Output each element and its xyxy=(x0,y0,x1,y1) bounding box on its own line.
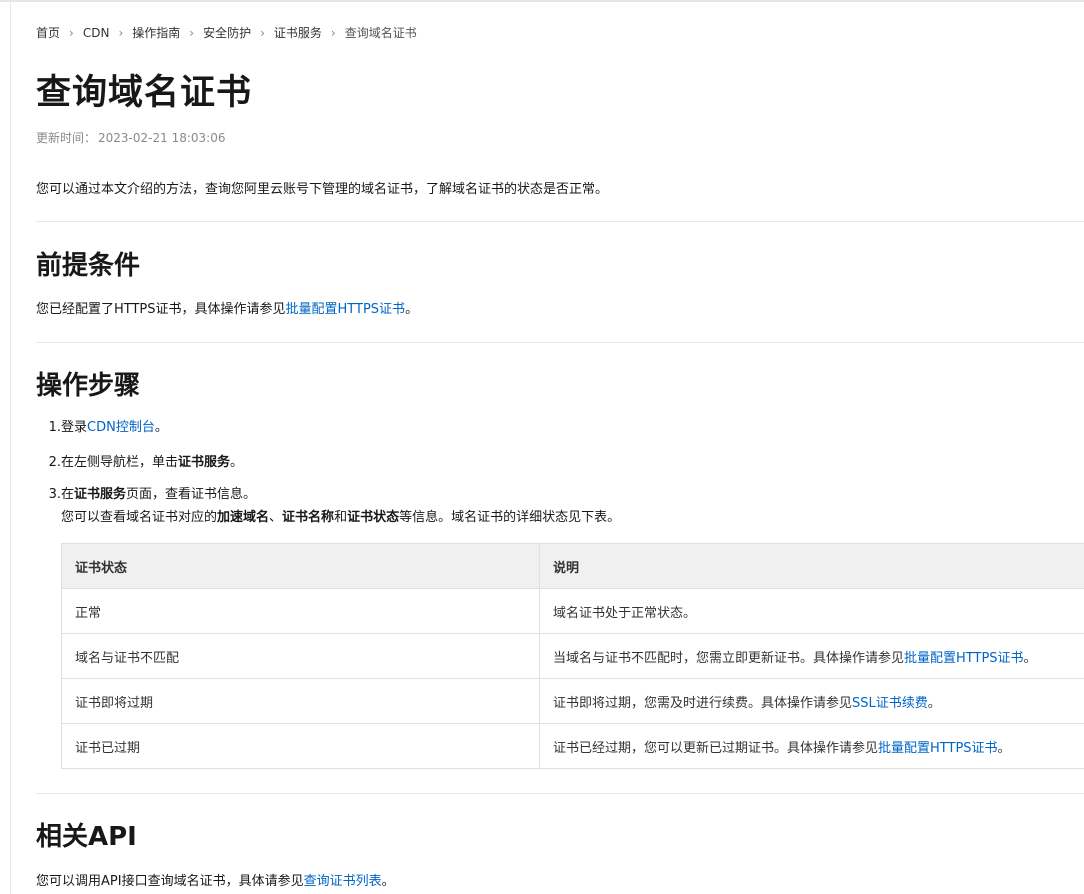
api-heading: 相关API xyxy=(36,822,137,852)
desc-cell: 域名证书处于正常状态。 xyxy=(539,588,1084,634)
detail-text: 等信息。域名证书的详细状态见下表。 xyxy=(399,510,621,525)
prereq-text-end: 。 xyxy=(405,302,419,317)
step-number: 2. xyxy=(48,455,61,470)
column-header-desc: 说明 xyxy=(539,543,1084,589)
detail-bold: 证书名称 xyxy=(282,510,335,525)
chevron-right-icon: › xyxy=(260,25,265,40)
breadcrumb-home[interactable]: 首页 xyxy=(36,24,60,41)
api-text-end: 。 xyxy=(381,874,395,889)
api-text: 您可以调用API接口查询域名证书，具体请参见 xyxy=(36,874,304,889)
step-text: 在 xyxy=(61,487,75,502)
status-cell: 证书即将过期 xyxy=(61,678,540,724)
breadcrumb-security[interactable]: 安全防护 xyxy=(203,24,251,41)
api-paragraph: 您可以调用API接口查询域名证书，具体请参见查询证书列表。 xyxy=(36,870,395,889)
chevron-right-icon: › xyxy=(118,25,124,40)
doc-content: 首页 › CDN › 操作指南 › 安全防护 › 证书服务 › 查询域名证书 查询域名证书 更新时间… xyxy=(36,0,1084,894)
cert-status-table: 证书状态 说明 正常 域名证书处于正常状态。 域名与证书不匹配 当域名与证书不匹… xyxy=(61,543,1084,769)
status-cell: 正常 xyxy=(61,588,540,634)
desc-link[interactable]: SSL证书续费 xyxy=(852,696,928,711)
steps-heading: 操作步骤 xyxy=(36,371,141,401)
step-number: 3. xyxy=(48,487,61,502)
step-text-end: 。 xyxy=(230,455,244,470)
left-border xyxy=(10,2,11,894)
breadcrumb-cdn[interactable]: CDN xyxy=(83,26,110,40)
column-header-status: 证书状态 xyxy=(61,543,540,589)
page-title: 查询域名证书 xyxy=(36,73,253,113)
status-cell: 域名与证书不匹配 xyxy=(61,633,540,679)
breadcrumb-guide[interactable]: 操作指南 xyxy=(132,24,180,41)
step-bold: 证书服务 xyxy=(74,487,127,502)
prereq-link[interactable]: 批量配置HTTPS证书 xyxy=(286,302,406,317)
step-2: 2.在左侧导航栏，单击证书服务。 xyxy=(36,451,243,470)
detail-text: 和 xyxy=(334,510,348,525)
desc-text: 域名证书处于正常状态。 xyxy=(553,605,697,621)
detail-bold: 加速域名 xyxy=(217,510,270,525)
chevron-right-icon: › xyxy=(189,25,195,40)
table-row: 域名与证书不匹配 当域名与证书不匹配时，您需立即更新证书。具体操作请参见批量配置… xyxy=(61,633,1084,679)
table-row: 证书已过期 证书已经过期，您可以更新已过期证书。具体操作请参见批量配置HTTPS… xyxy=(61,723,1084,769)
step-1: 1.登录CDN控制台。 xyxy=(36,416,168,435)
desc-text: 证书已经过期，您可以更新已过期证书。具体操作请参见 xyxy=(553,740,879,756)
step-bold: 证书服务 xyxy=(178,455,231,470)
update-time: 更新时间： 2023-02-21 18:03:06 xyxy=(36,129,225,146)
desc-cell: 当域名与证书不匹配时，您需立即更新证书。具体操作请参见批量配置HTTPS证书。 xyxy=(539,633,1084,679)
detail-bold: 证书状态 xyxy=(347,510,400,525)
detail-text: 、 xyxy=(269,510,283,525)
section-divider xyxy=(36,342,1084,343)
breadcrumb-current: 查询域名证书 xyxy=(344,26,417,40)
step-text: 在左侧导航栏，单击 xyxy=(61,455,179,470)
step-3: 3.在证书服务页面，查看证书信息。 您可以查看域名证书对应的加速域名、证书名称和… xyxy=(36,483,621,525)
desc-text-end: 。 xyxy=(927,695,941,711)
step-text: 登录 xyxy=(61,420,88,435)
desc-link[interactable]: 批量配置HTTPS证书 xyxy=(878,741,998,756)
step-text-end: 页面，查看证书信息。 xyxy=(126,487,257,502)
desc-link[interactable]: 批量配置HTTPS证书 xyxy=(904,651,1024,666)
desc-cell: 证书即将过期，您需及时进行续费。具体操作请参见SSL证书续费。 xyxy=(539,678,1084,724)
desc-text: 当域名与证书不匹配时，您需立即更新证书。具体操作请参见 xyxy=(553,650,905,666)
prereq-heading: 前提条件 xyxy=(36,251,141,281)
desc-text-end: 。 xyxy=(1023,650,1037,666)
intro-paragraph: 您可以通过本文介绍的方法，查询您阿里云账号下管理的域名证书，了解域名证书的状态是… xyxy=(36,182,609,197)
desc-cell: 证书已经过期，您可以更新已过期证书。具体操作请参见批量配置HTTPS证书。 xyxy=(539,723,1084,769)
detail-text: 您可以查看域名证书对应的 xyxy=(61,510,218,525)
step-number: 1. xyxy=(48,420,61,435)
chevron-right-icon: › xyxy=(69,25,74,40)
update-time-value: 2023-02-21 18:03:06 xyxy=(98,131,226,145)
api-link[interactable]: 查询证书列表 xyxy=(304,874,382,889)
prereq-paragraph: 您已经配置了HTTPS证书，具体操作请参见批量配置HTTPS证书。 xyxy=(36,298,418,317)
cdn-console-link[interactable]: CDN控制台 xyxy=(87,420,155,435)
status-cell: 证书已过期 xyxy=(61,723,540,769)
table-row: 正常 域名证书处于正常状态。 xyxy=(61,588,1084,634)
breadcrumb: 首页 › CDN › 操作指南 › 安全防护 › 证书服务 › 查询域名证书 xyxy=(36,24,417,41)
breadcrumb-cert-service[interactable]: 证书服务 xyxy=(274,24,322,41)
chevron-right-icon: › xyxy=(330,25,336,40)
table-header-row: 证书状态 说明 xyxy=(61,543,1084,589)
section-divider xyxy=(36,793,1084,794)
update-time-label: 更新时间： xyxy=(36,131,97,145)
section-divider xyxy=(36,221,1084,222)
table-row: 证书即将过期 证书即将过期，您需及时进行续费。具体操作请参见SSL证书续费。 xyxy=(61,678,1084,724)
desc-text-end: 。 xyxy=(997,740,1011,756)
step-3-detail: 您可以查看域名证书对应的加速域名、证书名称和证书状态等信息。域名证书的详细状态见… xyxy=(61,506,620,525)
prereq-text: 您已经配置了HTTPS证书，具体操作请参见 xyxy=(36,302,286,317)
step-text-end: 。 xyxy=(154,420,168,435)
desc-text: 证书即将过期，您需及时进行续费。具体操作请参见 xyxy=(553,695,853,711)
